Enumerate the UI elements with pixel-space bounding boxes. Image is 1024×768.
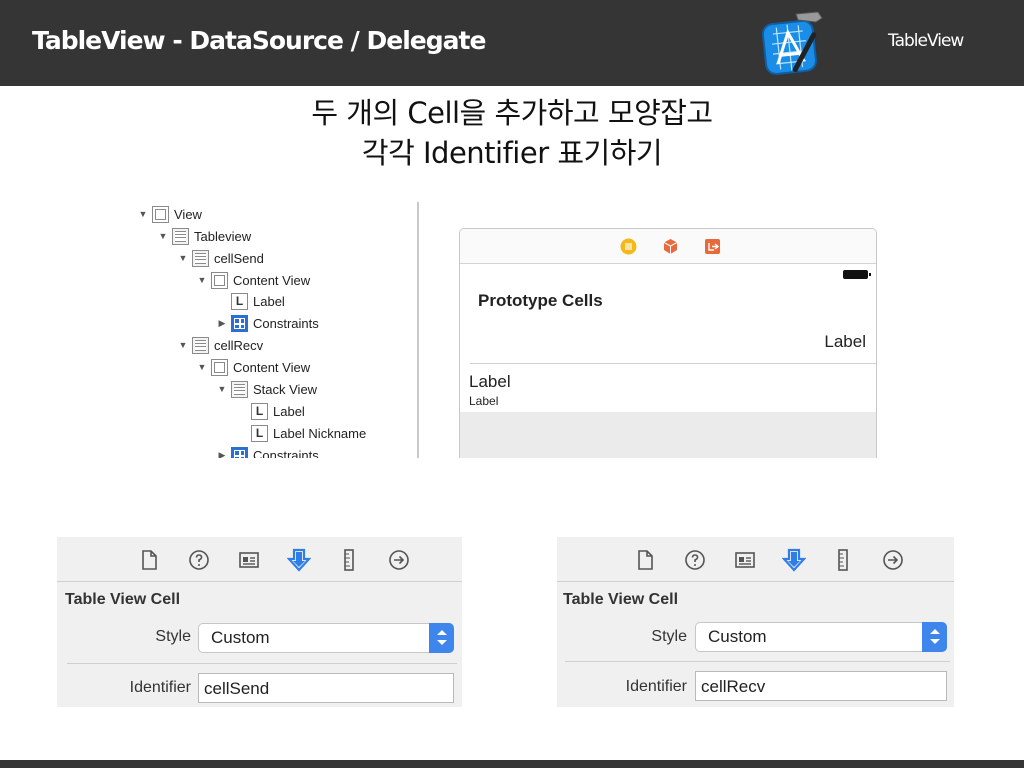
slide-title-line-1: 두 개의 Cell을 추가하고 모양잡고 <box>311 96 713 130</box>
label-icon: L <box>231 292 248 310</box>
inspector-separator <box>565 661 950 662</box>
style-select[interactable]: Custom <box>695 622 947 652</box>
size-inspector-icon[interactable] <box>337 548 361 572</box>
outline-item-label: View <box>174 206 202 222</box>
outline-item-tableview[interactable]: ▼ Tableview <box>158 226 251 246</box>
outline-item-label: Stack View <box>253 381 318 397</box>
file-inspector-icon[interactable] <box>633 548 657 572</box>
table-cell-icon <box>192 249 209 267</box>
size-inspector-icon[interactable] <box>831 548 855 572</box>
inspector-toolbar <box>57 537 462 582</box>
cellrecv-nickname-label[interactable]: Label <box>469 394 498 408</box>
disclosure-expanded-icon[interactable]: ▼ <box>197 275 207 285</box>
disclosure-collapsed-icon[interactable]: ▶ <box>217 450 227 459</box>
first-responder-icon[interactable] <box>662 238 679 255</box>
outline-item-content-view[interactable]: ▼ Content View <box>197 270 310 290</box>
identifier-field[interactable]: cellSend <box>198 673 454 703</box>
outline-item-stack-view[interactable]: ▼ Stack View <box>217 379 317 399</box>
battery-icon <box>843 270 871 279</box>
scene-dock <box>460 229 876 264</box>
table-empty-area <box>460 412 876 458</box>
header-topic: TableView <box>888 31 964 51</box>
tableview-icon <box>172 227 189 245</box>
style-select[interactable]: Custom <box>198 623 454 653</box>
inspector-section-title: Table View Cell <box>563 591 679 608</box>
outline-item-constraints[interactable]: ▶ Constraints <box>217 313 319 333</box>
outline-item-cellsend[interactable]: ▼ cellSend <box>178 248 264 268</box>
outline-item-label: Label <box>253 293 285 309</box>
identity-inspector-icon[interactable] <box>237 548 261 572</box>
prototype-cells-title: Prototype Cells <box>478 291 603 310</box>
outline-item-label: cellRecv <box>214 337 264 353</box>
outline-item-cellrecv[interactable]: ▼ cellRecv <box>178 335 263 355</box>
attributes-inspector-cellrecv: Table View Cell Style Custom Identifier … <box>557 537 954 707</box>
constraints-icon <box>231 314 248 332</box>
disclosure-collapsed-icon[interactable]: ▶ <box>217 318 227 329</box>
identity-inspector-icon[interactable] <box>733 548 757 572</box>
cell-separator <box>470 363 876 364</box>
select-stepper-icon[interactable] <box>429 623 454 653</box>
outline-item-view[interactable]: ▼ View <box>138 204 202 224</box>
outline-item-label-nickname[interactable]: L Label Nickname <box>237 423 366 443</box>
disclosure-expanded-icon[interactable]: ▼ <box>197 362 207 372</box>
xcode-icon <box>761 11 823 75</box>
identifier-label: Identifier <box>129 679 191 696</box>
slide-title: 두 개의 Cell을 추가하고 모양잡고 각각 Identifier 표기하기 <box>0 93 1024 173</box>
outline-item-label[interactable]: L Label <box>217 291 285 311</box>
view-controller-icon[interactable] <box>620 238 637 255</box>
style-select-value: Custom <box>211 628 270 647</box>
header-title: TableView - DataSource / Delegate <box>32 26 486 55</box>
identifier-field[interactable]: cellRecv <box>695 671 947 701</box>
style-select-value: Custom <box>708 627 767 646</box>
view-icon <box>152 205 169 223</box>
outline-item-label: Content View <box>233 359 311 375</box>
slide-title-line-2: 각각 Identifier 표기하기 <box>361 136 663 170</box>
slide-header: TableView - DataSource / Delegate TableV… <box>0 0 1024 86</box>
outline-item-label[interactable]: L Label <box>237 401 305 421</box>
cellrecv-label[interactable]: Label <box>469 372 511 392</box>
attributes-inspector-cellsend: Table View Cell Style Custom Identifier … <box>57 537 462 707</box>
outline-item-label: Label <box>273 403 305 419</box>
constraints-icon <box>231 446 248 458</box>
identifier-label: Identifier <box>625 678 687 695</box>
outline-item-label: Constraints <box>253 447 319 459</box>
attributes-inspector-icon[interactable] <box>287 548 311 572</box>
outline-item-label: cellSend <box>214 250 264 266</box>
outline-divider <box>417 202 419 458</box>
attributes-inspector-icon[interactable] <box>782 548 806 572</box>
inspector-toolbar <box>557 537 954 582</box>
outline-item-label: Label Nickname <box>273 425 367 441</box>
document-outline: ▼ View ▼ Tableview ▼ cellSend ▼ Content … <box>130 202 420 458</box>
connections-inspector-icon[interactable] <box>387 548 411 572</box>
outline-item-label: Tableview <box>194 228 252 244</box>
select-stepper-icon[interactable] <box>922 622 947 652</box>
outline-item-label: Content View <box>233 272 311 288</box>
view-icon <box>211 358 228 376</box>
quick-help-icon[interactable] <box>187 548 211 572</box>
disclosure-expanded-icon[interactable]: ▼ <box>158 231 168 241</box>
slide-footer-bar <box>0 760 1024 768</box>
outline-item-content-view[interactable]: ▼ Content View <box>197 357 310 377</box>
connections-inspector-icon[interactable] <box>881 548 905 572</box>
inspector-section-title: Table View Cell <box>65 591 181 608</box>
style-label: Style <box>651 628 687 645</box>
label-icon: L <box>251 402 268 420</box>
style-label: Style <box>155 628 191 645</box>
disclosure-expanded-icon[interactable]: ▼ <box>178 253 188 263</box>
disclosure-expanded-icon[interactable]: ▼ <box>217 384 227 394</box>
storyboard-preview: Prototype Cells Label Label Label <box>459 228 877 458</box>
quick-help-icon[interactable] <box>683 548 707 572</box>
stack-view-icon <box>231 380 248 398</box>
view-icon <box>211 271 228 289</box>
disclosure-expanded-icon[interactable]: ▼ <box>178 340 188 350</box>
label-icon: L <box>251 424 268 442</box>
outline-item-label: Constraints <box>253 315 319 331</box>
table-cell-icon <box>192 336 209 354</box>
disclosure-expanded-icon[interactable]: ▼ <box>138 209 148 219</box>
inspector-separator <box>67 663 457 664</box>
file-inspector-icon[interactable] <box>137 548 161 572</box>
cellsend-label[interactable]: Label <box>824 332 866 352</box>
exit-icon[interactable] <box>704 238 721 255</box>
outline-item-constraints[interactable]: ▶ Constraints <box>217 445 319 458</box>
